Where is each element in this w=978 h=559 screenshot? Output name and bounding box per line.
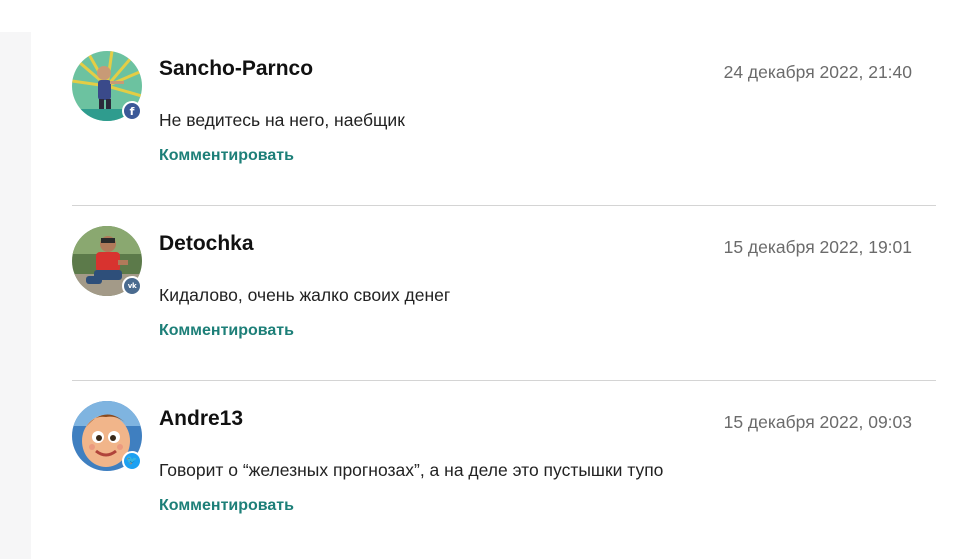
comments-page: f Sancho-Parnco 24 декабря 2022, 21:40 Н… [0,0,978,559]
comment-author[interactable]: Detochka [159,232,254,256]
comment-text: Говорит о “железных прогнозах”, а на дел… [159,460,664,480]
facebook-icon: f [122,101,142,121]
comment-date: 15 декабря 2022, 19:01 [723,237,912,257]
comment-date: 15 декабря 2022, 09:03 [723,412,912,432]
reply-button[interactable]: Комментировать [159,147,294,165]
twitter-icon: 🐦 [122,451,142,471]
vk-icon: vk [122,276,142,296]
left-sidebar [0,32,31,559]
comment-date: 24 декабря 2022, 21:40 [723,62,912,82]
comment-divider [72,380,936,381]
comment-text: Не ведитесь на него, наебщик [159,110,405,130]
comment-divider [72,205,936,206]
comment-author[interactable]: Sancho-Parnco [159,57,313,81]
comment-author[interactable]: Andre13 [159,407,243,431]
reply-button[interactable]: Комментировать [159,497,294,515]
comment-text: Кидалово, очень жалко своих денег [159,285,451,305]
reply-button[interactable]: Комментировать [159,322,294,340]
